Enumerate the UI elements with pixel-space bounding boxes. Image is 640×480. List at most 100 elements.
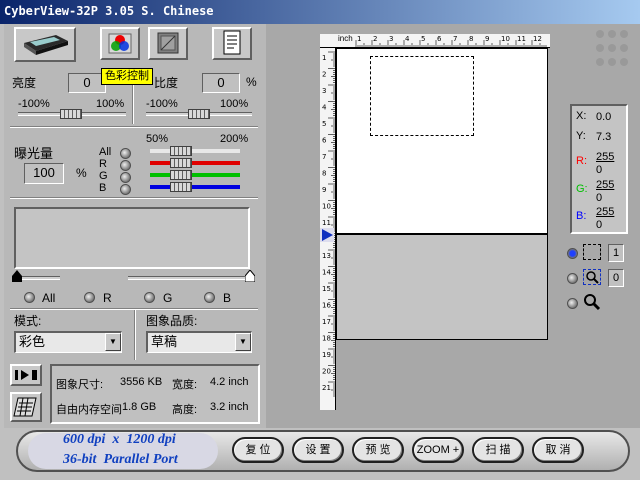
ruler-tick-label: 4 — [322, 104, 327, 112]
ruler-tick-label: 7 — [322, 153, 326, 161]
exposure-bar-g[interactable] — [150, 173, 240, 177]
ruler-tick-label: 2 — [373, 35, 377, 43]
scan-button[interactable]: 扫 描 — [472, 437, 524, 463]
histogram-radio-all[interactable] — [24, 292, 35, 303]
width-label: 宽度: — [172, 379, 198, 391]
exposure-thumb-b[interactable] — [170, 182, 192, 192]
exposure-label: 曝光量 — [14, 146, 54, 161]
contrast-max: 100% — [220, 98, 249, 110]
ruler-tick-label: 16 — [322, 302, 331, 310]
height-label: 高度: — [172, 404, 198, 416]
scan-bed-area[interactable] — [336, 234, 548, 340]
ruler-tick-label: 13 — [322, 252, 331, 260]
scanner-icon[interactable] — [14, 27, 76, 62]
exposure-thumb-r[interactable] — [170, 158, 192, 168]
separator — [10, 126, 258, 128]
b-value: 255 — [596, 206, 615, 218]
window-title: CyberView-32P 3.05 S. Chinese — [4, 4, 214, 18]
quality-value: 草稿 — [151, 334, 178, 349]
mode-select[interactable]: 彩色 ▼ — [14, 331, 122, 353]
brightness-thumb[interactable] — [60, 109, 82, 119]
exposure-thumb-g[interactable] — [170, 170, 192, 180]
grip-texture — [596, 30, 628, 66]
exposure-bar-r[interactable] — [150, 161, 240, 165]
chevron-down-icon[interactable]: ▼ — [105, 333, 121, 351]
quality-select[interactable]: 草稿 ▼ — [146, 331, 252, 353]
ruler-tick-label: 1 — [322, 54, 326, 62]
brightness-max: 100% — [96, 98, 125, 110]
ruler-tick-label: 8 — [322, 170, 326, 178]
exposure-channel-all: All — [99, 146, 112, 158]
histogram-black-point[interactable] — [12, 270, 22, 282]
color-control-tab[interactable] — [100, 27, 140, 60]
ruler-tick-label: 17 — [322, 318, 331, 326]
histogram-low-track[interactable] — [16, 276, 60, 280]
histogram-radio-r[interactable] — [84, 292, 95, 303]
ruler-tick-label: 11 — [517, 35, 526, 43]
image-tab[interactable] — [148, 27, 188, 60]
tooltip: 色彩控制 — [101, 68, 153, 85]
y-label: Y: — [576, 130, 586, 142]
document-tab[interactable] — [212, 27, 252, 60]
contrast-value[interactable]: 0 — [202, 73, 240, 93]
ruler-tick-label: 19 — [322, 351, 331, 359]
divider — [134, 310, 136, 360]
selection-tool-icon[interactable] — [583, 244, 601, 260]
exposure-value[interactable]: 100 — [24, 163, 64, 184]
exposure-channel-r: R — [99, 158, 107, 170]
image-size-value: 3556 KB — [120, 376, 163, 388]
g-sub-value: 0 — [596, 192, 603, 204]
cancel-button[interactable]: 取 消 — [532, 437, 584, 463]
ruler-tick-label: 2 — [322, 71, 326, 79]
contrast-thumb[interactable] — [188, 109, 210, 119]
histogram-area — [14, 207, 250, 269]
contrast-unit: % — [246, 75, 257, 89]
play-icon[interactable] — [10, 364, 42, 386]
histogram-label-r: R — [103, 291, 112, 305]
histogram-high-track[interactable] — [128, 276, 252, 280]
g-value: 255 — [596, 179, 615, 191]
exposure-radio-r[interactable] — [120, 160, 131, 171]
exposure-bar-all[interactable] — [150, 149, 240, 153]
calculator-icon[interactable] — [10, 392, 42, 422]
separator — [10, 197, 258, 199]
y-value: 7.3 — [596, 131, 612, 143]
horizontal-ruler: inch 1 2 3 4 5 6 7 8 9 10 11 12 — [320, 34, 550, 48]
contrast-min: -100% — [146, 98, 178, 110]
exposure-radio-b[interactable] — [120, 184, 131, 195]
zoom-area-icon[interactable] — [583, 269, 601, 285]
exposure-radio-all[interactable] — [120, 148, 131, 159]
brightness-min: -100% — [18, 98, 50, 110]
exposure-radio-g[interactable] — [120, 172, 131, 183]
setup-button[interactable]: 设 置 — [292, 437, 344, 463]
exposure-unit: % — [76, 166, 87, 180]
magnify-icon[interactable] — [583, 293, 601, 311]
exposure-thumb-all[interactable] — [170, 146, 192, 156]
histogram-radio-g[interactable] — [144, 292, 155, 303]
zoom-button[interactable]: ZOOM + — [412, 437, 464, 463]
width-value: 4.2 inch — [210, 376, 249, 388]
title-bar: CyberView-32P 3.05 S. Chinese — [0, 0, 640, 24]
position-marker[interactable] — [320, 228, 334, 242]
image-size-label: 图象尺寸: — [56, 379, 104, 391]
selection-rectangle[interactable] — [370, 56, 474, 136]
select-tool-radio[interactable] — [567, 248, 578, 259]
exposure-channel-g: G — [99, 170, 108, 182]
histogram-white-point[interactable] — [245, 270, 255, 282]
reset-button[interactable]: 复 位 — [232, 437, 284, 463]
chevron-down-icon[interactable]: ▼ — [235, 333, 251, 351]
ruler-tick-label: 3 — [322, 87, 326, 95]
ruler-tick-label: 3 — [389, 35, 393, 43]
ruler-tick-label: 18 — [322, 335, 331, 343]
contrast-label: 比度 — [154, 76, 179, 90]
magnify-radio[interactable] — [567, 298, 578, 309]
free-memory-label: 自由内存空间 — [56, 404, 122, 416]
ruler-tick-label: 14 — [322, 269, 331, 277]
histogram-radio-b[interactable] — [204, 292, 215, 303]
preview-button[interactable]: 预 览 — [352, 437, 404, 463]
zoom-area-radio[interactable] — [567, 273, 578, 284]
ruler-tick-label: 15 — [322, 285, 331, 293]
r-value: 255 — [596, 151, 615, 163]
exposure-bar-b[interactable] — [150, 185, 240, 189]
ruler-tick-label: 10 — [501, 35, 510, 43]
